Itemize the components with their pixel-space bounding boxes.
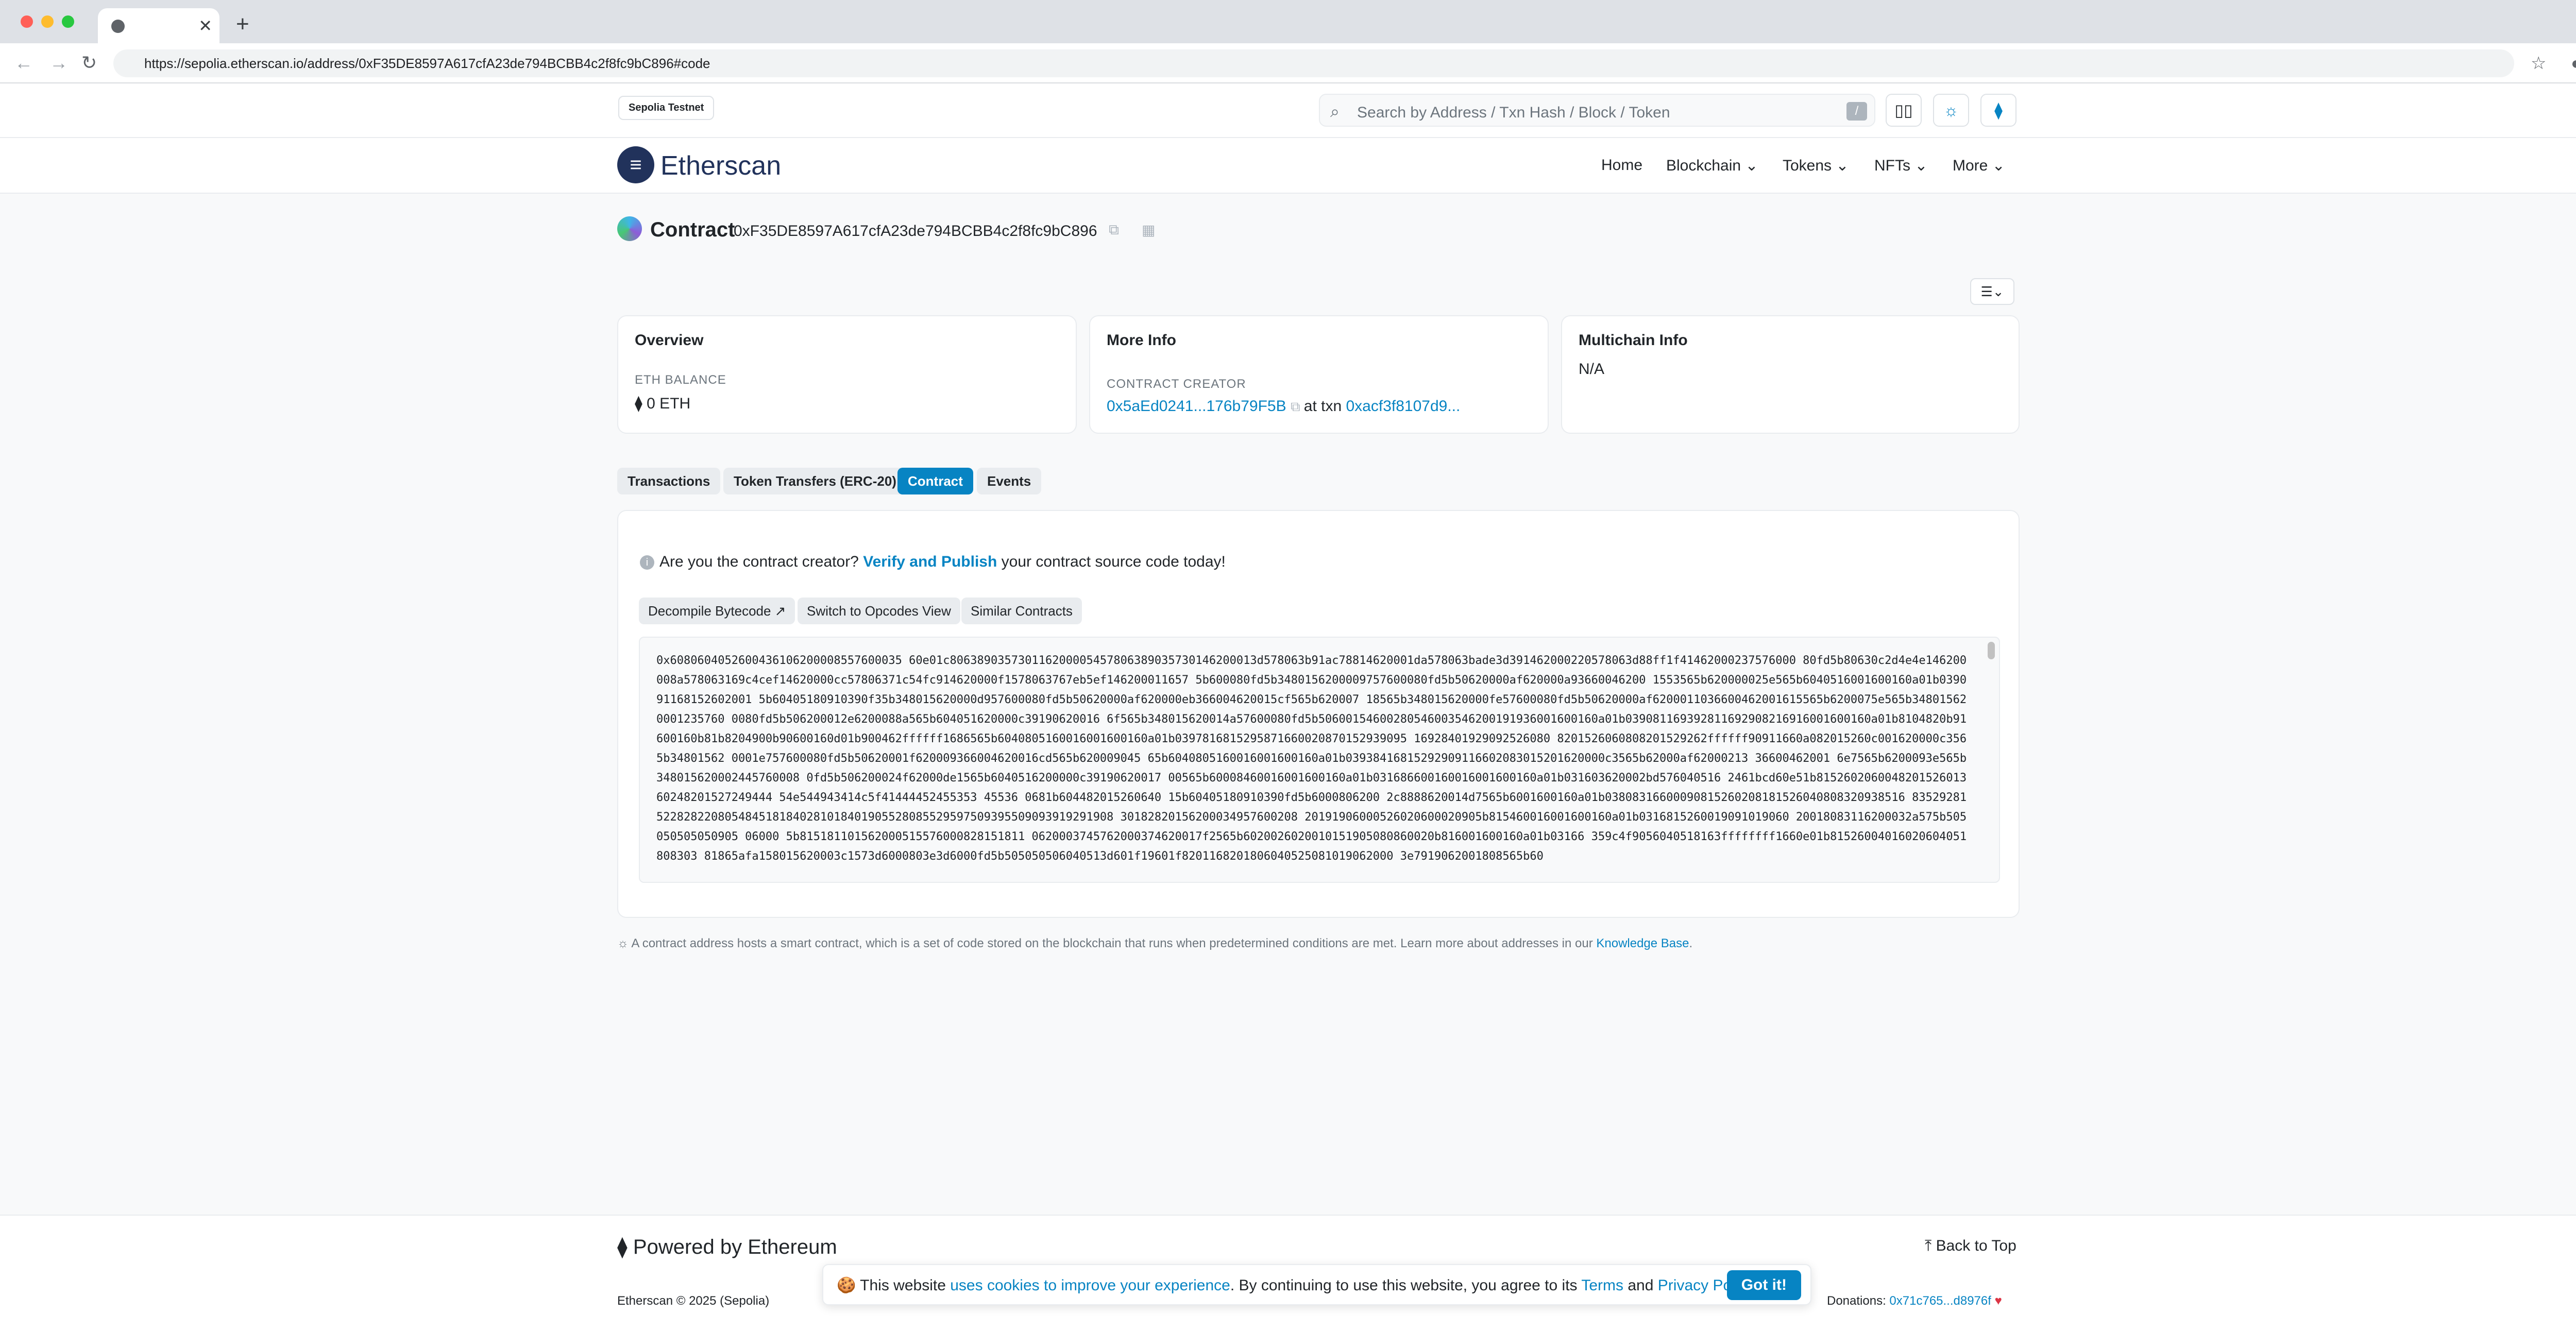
contract-code-panel: i Are you the contract creator? Verify an… — [617, 510, 2020, 918]
eth-balance-value: ⧫ 0 ETH — [635, 395, 691, 412]
book-icon[interactable]: ▯▯ — [1886, 94, 1922, 127]
url-input[interactable]: https://sepolia.etherscan.io/address/0xF… — [113, 49, 2514, 77]
top-strip: Sepolia Testnet ⌕ Search by Address / Tx… — [0, 83, 2576, 138]
search-input[interactable]: ⌕ Search by Address / Txn Hash / Block /… — [1319, 94, 1875, 127]
back-arrow-icon[interactable]: ← — [14, 53, 33, 73]
scrollbar[interactable] — [1988, 642, 1995, 659]
tab-token-transfers[interactable]: Token Transfers (ERC-20) — [723, 468, 907, 494]
decompile-bytecode-button[interactable]: Decompile Bytecode ↗ — [639, 598, 795, 624]
browser-tab-bar: ✕ + — [0, 0, 2576, 43]
multichain-value: N/A — [1579, 361, 1605, 378]
heart-icon: ♥ — [1994, 1294, 2002, 1308]
address-bar: ← → ↻ https://sepolia.etherscan.io/addre… — [0, 43, 2576, 83]
terms-link[interactable]: Terms — [1581, 1277, 1623, 1294]
cookie-middle: . By continuing to use this website, you… — [1230, 1277, 1578, 1294]
etherscan-logo-icon: ≡ — [617, 146, 654, 183]
tab-close-icon[interactable]: ✕ — [198, 15, 212, 36]
verify-notice: i Are you the contract creator? Verify an… — [640, 553, 1226, 571]
nav-tokens[interactable]: Tokens ⌄ — [1783, 157, 1849, 175]
cookie-banner: 🍪 This website uses cookies to improve y… — [822, 1264, 1811, 1305]
copy-icon[interactable]: ⧉ — [1109, 221, 1119, 238]
cookies-link[interactable]: uses cookies to improve your experience — [950, 1277, 1230, 1294]
more-info-title: More Info — [1107, 332, 1176, 349]
address-footnote: ☼ A contract address hosts a smart contr… — [617, 936, 1692, 951]
nav-blockchain[interactable]: Blockchain ⌄ — [1666, 157, 1758, 175]
window-zoom-dot[interactable] — [62, 15, 74, 28]
donations: Donations: 0x71c765...d8976f ♥ — [1827, 1294, 2002, 1308]
knowledge-base-link[interactable]: Knowledge Base — [1596, 936, 1689, 950]
footnote-end: . — [1689, 936, 1693, 950]
overview-title: Overview — [635, 332, 704, 349]
notice-prefix: Are you the contract creator? — [659, 553, 859, 570]
back-to-top-link[interactable]: ⤒ Back to Top — [1925, 1237, 2016, 1255]
window-close-dot[interactable] — [21, 15, 33, 28]
search-placeholder: Search by Address / Txn Hash / Block / T… — [1357, 104, 1670, 121]
lightbulb-icon: ☼ — [617, 936, 632, 950]
bytecode-textarea[interactable]: 0x6080604052600436106200008557600035 60e… — [639, 637, 2000, 883]
overview-card: Overview ETH BALANCE ⧫ 0 ETH — [617, 315, 1077, 434]
search-shortcut-badge: / — [1846, 102, 1867, 121]
verify-publish-link[interactable]: Verify and Publish — [863, 553, 997, 570]
multichain-title: Multichain Info — [1579, 332, 1688, 349]
brand-name: Etherscan — [660, 151, 782, 181]
main-navigation: ≡ Etherscan Home Blockchain ⌄ Tokens ⌄ N… — [0, 138, 2576, 194]
view-options-button[interactable]: ☰⌄ — [1970, 278, 2014, 305]
contract-creator-label: CONTRACT CREATOR — [1107, 377, 1246, 391]
tab-events[interactable]: Events — [977, 468, 1042, 494]
network-badge: Sepolia Testnet — [618, 96, 715, 120]
contract-avatar — [617, 216, 642, 241]
copy-icon[interactable]: ⧉ — [1291, 399, 1304, 414]
nav-more[interactable]: More ⌄ — [1953, 157, 2005, 175]
switch-opcodes-button[interactable]: Switch to Opcodes View — [798, 598, 960, 624]
page-title: Contract — [650, 218, 735, 241]
contract-creator-row: 0x5aEd0241...176b79F5B ⧉ at txn 0xacf3f8… — [1107, 398, 1460, 415]
notice-suffix: your contract source code today! — [1001, 553, 1226, 570]
theme-toggle-icon[interactable]: ☼ — [1933, 94, 1969, 127]
creation-txn-link[interactable]: 0xacf3f8107d9... — [1346, 398, 1460, 415]
creator-address-link[interactable]: 0x5aEd0241...176b79F5B — [1107, 398, 1286, 415]
window-minimize-dot[interactable] — [41, 15, 54, 28]
tab-transactions[interactable]: Transactions — [617, 468, 721, 494]
cookie-accept-button[interactable]: Got it! — [1726, 1270, 1801, 1300]
qr-code-icon[interactable]: ▦ — [1142, 221, 1155, 238]
powered-text: Powered by Ethereum — [633, 1236, 837, 1258]
favicon-icon — [111, 20, 125, 33]
copyright: Etherscan © 2025 (Sepolia) — [617, 1294, 770, 1308]
cookie-prefix: This website — [860, 1277, 946, 1294]
donations-label: Donations: — [1827, 1294, 1886, 1308]
contract-address: 0xF35DE8597A617cfA23de794BCBB4c2f8fc9bC8… — [734, 223, 1097, 240]
nav-home[interactable]: Home — [1601, 157, 1642, 174]
new-tab-button[interactable]: + — [236, 11, 249, 37]
similar-contracts-button[interactable]: Similar Contracts — [961, 598, 1082, 624]
at-txn-label: at txn — [1303, 398, 1342, 415]
bytecode-text: 0x6080604052600436106200008557600035 60e… — [656, 654, 1967, 863]
donations-address-link[interactable]: 0x71c765...d8976f — [1889, 1294, 1991, 1308]
bookmark-star-icon[interactable]: ☆ — [2531, 54, 2546, 73]
info-icon: i — [640, 555, 654, 570]
url-text: https://sepolia.etherscan.io/address/0xF… — [144, 56, 710, 71]
powered-by-ethereum: ⧫ Powered by Ethereum — [617, 1235, 837, 1259]
cookie-text: 🍪 This website uses cookies to improve y… — [837, 1276, 1757, 1294]
cookie-and: and — [1628, 1277, 1654, 1294]
tab-contract[interactable]: Contract — [897, 468, 973, 494]
search-icon: ⌕ — [1330, 102, 1340, 121]
ethereum-network-icon[interactable]: ⧫ — [1980, 94, 2016, 127]
profile-icon[interactable]: ● — [2571, 54, 2576, 73]
eth-balance-label: ETH BALANCE — [635, 373, 726, 387]
multichain-card: Multichain Info N/A — [1561, 315, 2020, 434]
nav-nfts[interactable]: NFTs ⌄ — [1874, 157, 1927, 175]
forward-arrow-icon[interactable]: → — [49, 53, 68, 73]
browser-tab[interactable]: ✕ — [98, 8, 219, 43]
reload-icon[interactable]: ↻ — [81, 53, 97, 73]
footnote-text: A contract address hosts a smart contrac… — [631, 936, 1593, 950]
ethereum-icon: ⧫ — [617, 1236, 633, 1258]
cookie-icon: 🍪 — [837, 1277, 856, 1294]
more-info-card: More Info CONTRACT CREATOR 0x5aEd0241...… — [1089, 315, 1549, 434]
